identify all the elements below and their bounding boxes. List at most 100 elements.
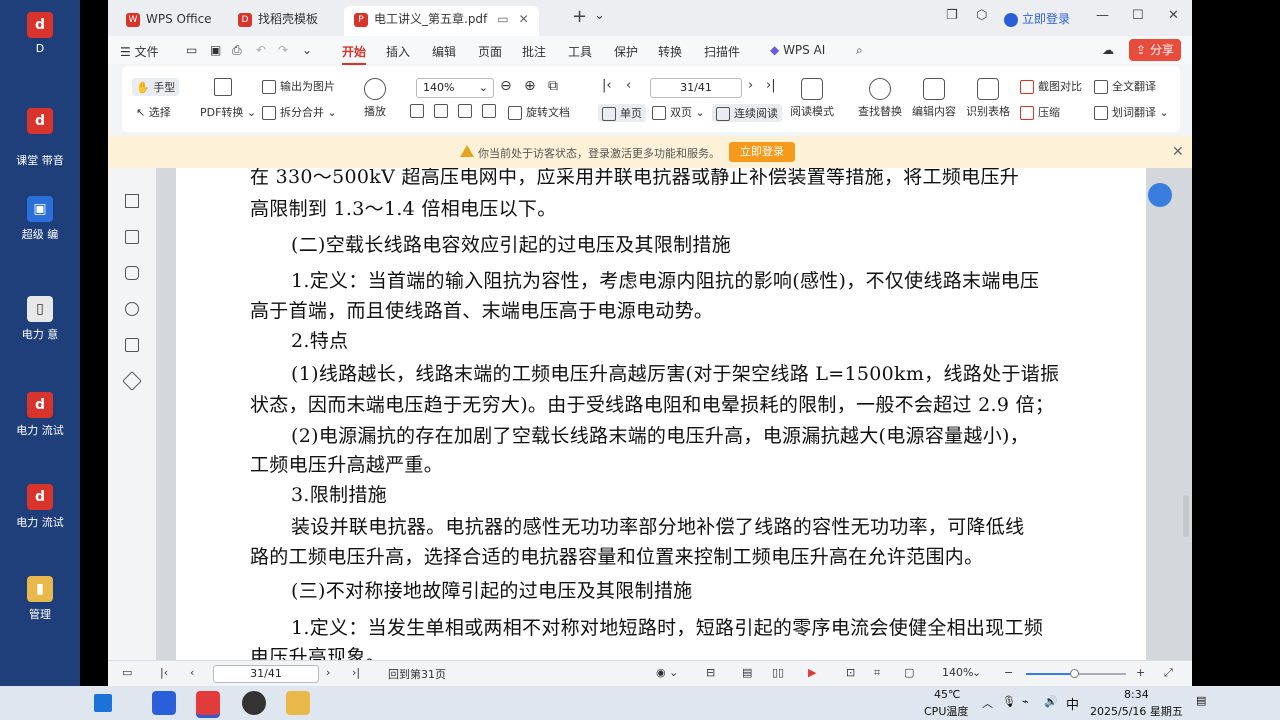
volume-icon[interactable]: 🔊	[1044, 695, 1058, 708]
menu-tools[interactable]: 工具	[568, 43, 592, 60]
menu-annotate[interactable]: 批注	[522, 43, 546, 60]
sidebar-toggle-icon[interactable]: ▭	[122, 666, 132, 679]
layers-icon[interactable]	[122, 371, 142, 391]
single-page-button[interactable]: 单页	[598, 104, 646, 122]
read-mode-button[interactable]: 阅读模式	[782, 78, 842, 119]
zoom-out-icon[interactable]: ⊖	[500, 78, 512, 94]
desktop-icon[interactable]: d 电力 流试	[8, 392, 72, 458]
select-tool-button[interactable]: ↖ 选择	[136, 104, 171, 120]
hand-tool-button[interactable]: ✋ 手型	[132, 78, 180, 96]
comment-icon[interactable]	[125, 266, 139, 280]
pdf-convert-icon[interactable]	[214, 78, 236, 96]
last-page-icon[interactable]: ›|	[766, 78, 776, 93]
rotate-doc-button[interactable]: 旋转文档	[508, 104, 570, 120]
attachment-icon[interactable]	[125, 302, 139, 316]
continuous-read-button[interactable]: 连续阅读	[712, 104, 782, 122]
chevron-down-icon[interactable]: ⌄	[594, 8, 605, 23]
redo-icon[interactable]: ↷	[278, 43, 288, 57]
clock-date[interactable]: 2025/5/16 星期五	[1090, 703, 1183, 719]
export-image-button[interactable]: 输出为图片	[262, 78, 335, 94]
desktop-icon[interactable]: dD	[8, 12, 72, 78]
menu-scan[interactable]: 扫描件	[704, 43, 740, 60]
window-switch-icon[interactable]: ❐	[946, 8, 958, 23]
menu-insert[interactable]: 插入	[386, 43, 410, 60]
menu-convert[interactable]: 转换	[658, 43, 682, 60]
status-page-input[interactable]: 31/41	[213, 665, 319, 683]
desktop-icon[interactable]: d 电力 流试	[8, 484, 72, 550]
microphone-icon[interactable]: 🎙	[1002, 695, 1016, 708]
notice-login-button[interactable]: 立即登录	[729, 142, 795, 162]
zoom-slider[interactable]	[1026, 669, 1126, 678]
continuous-view-icon[interactable]: ⊟	[706, 666, 715, 679]
word-app-icon[interactable]	[152, 691, 176, 715]
tab-pdf-document[interactable]: P 电工讲义_第五章.pdf ▭ ✕	[344, 6, 539, 36]
full-translate-button[interactable]: 全文翻译	[1094, 78, 1156, 94]
floating-tool-button[interactable]	[1148, 183, 1172, 207]
menu-start[interactable]: 开始	[342, 43, 367, 65]
word-translate-button[interactable]: 划词翻译 ⌄	[1094, 104, 1169, 120]
network-icon[interactable]: ⌁	[1022, 695, 1029, 708]
clock-time[interactable]: 8:34	[1124, 688, 1149, 701]
share-button[interactable]: ⇪ 分享	[1129, 39, 1181, 61]
page-flip-icon[interactable]: ⧉	[548, 78, 558, 94]
scrollbar-thumb[interactable]	[1183, 495, 1189, 537]
back-to-page-link[interactable]: 回到第31页	[388, 666, 446, 682]
cloud-upload-icon[interactable]: ☁	[1102, 43, 1114, 57]
file-menu[interactable]: ☰ 文件	[120, 43, 159, 60]
first-page-icon[interactable]: |‹	[602, 78, 612, 93]
zoom-in-icon[interactable]: ⊕	[524, 78, 536, 94]
notification-icon[interactable]: ▤	[1196, 694, 1206, 707]
monitor-icon[interactable]: ▭	[497, 12, 508, 26]
close-tab-icon[interactable]: ✕	[519, 12, 529, 26]
signature-icon[interactable]	[125, 338, 139, 352]
fullscreen-icon[interactable]: ⤢	[1164, 666, 1173, 680]
crop-icon[interactable]	[434, 104, 452, 118]
screen-icon[interactable]: ▢	[904, 666, 914, 679]
chevron-down-icon[interactable]: ⌄	[972, 666, 981, 679]
page-number-input[interactable]: 31/41	[650, 78, 742, 98]
maximize-icon[interactable]: ☐	[1132, 8, 1144, 23]
last-page-icon[interactable]: ›|	[352, 666, 360, 679]
close-window-icon[interactable]: ✕	[1168, 8, 1179, 23]
minimize-icon[interactable]: —	[1096, 8, 1109, 23]
vertical-scrollbar[interactable]	[1182, 175, 1190, 655]
cube-icon[interactable]: ⬡	[976, 8, 987, 23]
rotate-right-icon[interactable]	[482, 104, 500, 118]
menu-page[interactable]: 页面	[478, 43, 502, 60]
find-replace-button[interactable]: 查找替换	[854, 78, 906, 119]
desktop-icon[interactable]: ▮ 管理	[8, 576, 72, 642]
eye-icon[interactable]: ◉ ⌄	[656, 666, 678, 679]
fit-page-icon[interactable]: ⌗	[874, 666, 880, 680]
chevron-up-icon[interactable]: ︿	[982, 695, 993, 711]
menu-edit[interactable]: 编辑	[432, 43, 456, 60]
ime-indicator[interactable]: 中	[1066, 694, 1079, 713]
wps-app-icon[interactable]	[196, 691, 220, 715]
next-page-icon[interactable]: ›	[326, 666, 330, 679]
compress-button[interactable]: 压缩	[1020, 104, 1060, 120]
single-view-icon[interactable]: ▤	[742, 666, 752, 679]
play-button[interactable]: 播放	[350, 78, 400, 119]
prev-page-icon[interactable]: ‹	[626, 78, 631, 93]
tab-wps-office[interactable]: W WPS Office	[116, 6, 222, 32]
status-zoom-value[interactable]: 140%	[942, 666, 973, 679]
prev-page-icon[interactable]: ‹	[190, 666, 194, 679]
print-icon[interactable]: ⎙	[232, 43, 242, 58]
split-merge-button[interactable]: 拆分合并 ⌄	[262, 104, 337, 120]
new-tab-button[interactable]: +	[572, 6, 587, 27]
close-icon[interactable]: ✕	[1172, 144, 1184, 160]
screenshot-compare-button[interactable]: 截图对比	[1020, 78, 1082, 94]
fit-width-icon[interactable]: ⊡	[846, 666, 855, 679]
save-icon[interactable]: ▣	[210, 43, 221, 57]
next-page-icon[interactable]: ›	[748, 78, 753, 93]
zoom-out-icon[interactable]: −	[1004, 666, 1013, 679]
zoom-select[interactable]: 140% ⌄	[416, 78, 494, 98]
login-link[interactable]: 立即登录	[1004, 10, 1070, 27]
double-page-button[interactable]: 双页 ⌄	[652, 104, 705, 120]
undo-icon[interactable]: ↶	[256, 43, 266, 57]
bookmark-icon[interactable]	[125, 194, 139, 208]
rotate-left-icon[interactable]	[458, 104, 476, 118]
zoom-in-icon[interactable]: +	[1136, 666, 1145, 679]
recorder-app-icon[interactable]	[242, 691, 266, 715]
search-icon[interactable]: ⌕	[856, 43, 863, 58]
play-icon[interactable]: ▶	[808, 666, 816, 679]
